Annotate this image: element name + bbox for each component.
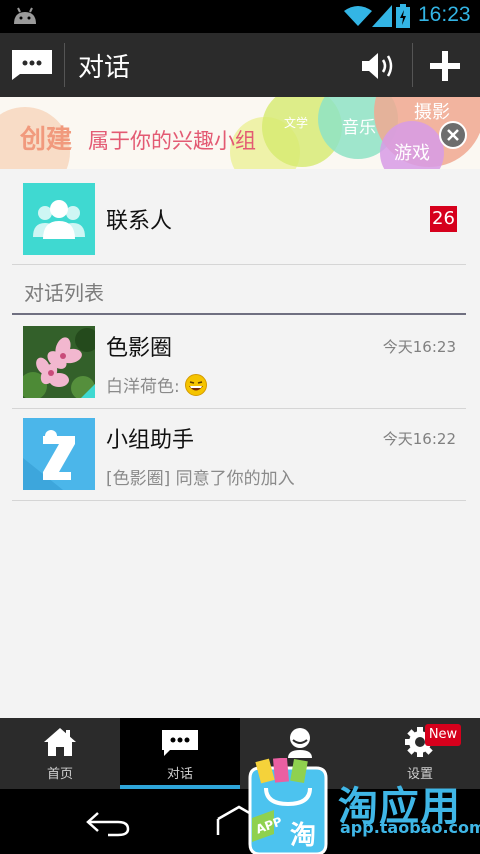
chat-icon [162, 730, 198, 756]
taobao-app-watermark: APP 淘 淘应用 app.taobao.com [240, 748, 480, 854]
brand-url: app.taobao.com [340, 818, 480, 837]
divider [12, 264, 466, 265]
tab-chat[interactable]: 对话 [120, 718, 240, 789]
page-title: 对话 [78, 53, 131, 83]
add-icon[interactable] [430, 51, 460, 81]
contacts-row[interactable]: 联系人 26 [0, 169, 480, 265]
action-bar: 对话 [0, 33, 480, 97]
contacts-icon [23, 183, 95, 255]
conversation-preview: 白洋荷色: [106, 372, 208, 397]
contacts-label: 联系人 [106, 209, 173, 234]
wifi-icon [344, 6, 372, 26]
divider [64, 43, 65, 87]
conversation-item[interactable]: 小组助手 今天16:22 [色影圈] 同意了你的加入 [0, 408, 480, 500]
laughing-emoji-icon [185, 374, 208, 396]
shopping-bag-icon: APP 淘 [248, 758, 328, 854]
chat-bubble-logo-icon[interactable] [12, 50, 52, 80]
section-header: 对话列表 [24, 281, 104, 305]
divider [12, 500, 466, 501]
home-icon [44, 728, 76, 756]
android-icon [14, 7, 36, 24]
banner-tag: 文学 [284, 116, 309, 130]
unread-count-badge: 26 [430, 206, 457, 232]
flower-avatar [23, 326, 95, 398]
banner-subtitle: 属于你的兴趣小组 [88, 129, 256, 153]
divider [412, 43, 413, 87]
back-icon[interactable] [84, 809, 132, 837]
signal-icon [372, 5, 392, 27]
status-bar: 16:23 [0, 0, 480, 33]
conversation-name: 色影圈 [106, 336, 173, 361]
bag-text: 淘 [290, 821, 316, 851]
battery-icon [396, 4, 410, 28]
tab-label: 首页 [46, 767, 73, 782]
banner-close-button[interactable] [439, 121, 467, 149]
banner-tag: 音乐 [342, 118, 376, 138]
group-assistant-avatar [23, 418, 95, 490]
banner-tag: 游戏 [394, 143, 430, 164]
conversation-name: 小组助手 [106, 428, 195, 453]
new-badge: New [425, 724, 461, 746]
conversation-time: 今天16:23 [382, 338, 456, 356]
tab-label: 对话 [166, 767, 193, 782]
conversation-time: 今天16:22 [382, 430, 456, 448]
banner-title: 创建 [20, 125, 73, 155]
banner-tag: 摄影 [414, 102, 450, 123]
conversation-item[interactable]: 色影圈 今天16:23 白洋荷色: [0, 316, 480, 408]
speaker-icon[interactable] [360, 51, 398, 81]
tab-home[interactable]: 首页 [0, 718, 120, 789]
section-divider [12, 313, 466, 315]
conversation-preview: [色影圈] 同意了你的加入 [106, 469, 295, 489]
close-icon [447, 129, 459, 141]
preview-text: 白洋荷色: [106, 377, 180, 397]
clock-text: 16:23 [418, 3, 471, 26]
promo-banner[interactable]: 创建 属于你的兴趣小组 文学 音乐 摄影 游戏 [0, 97, 480, 169]
